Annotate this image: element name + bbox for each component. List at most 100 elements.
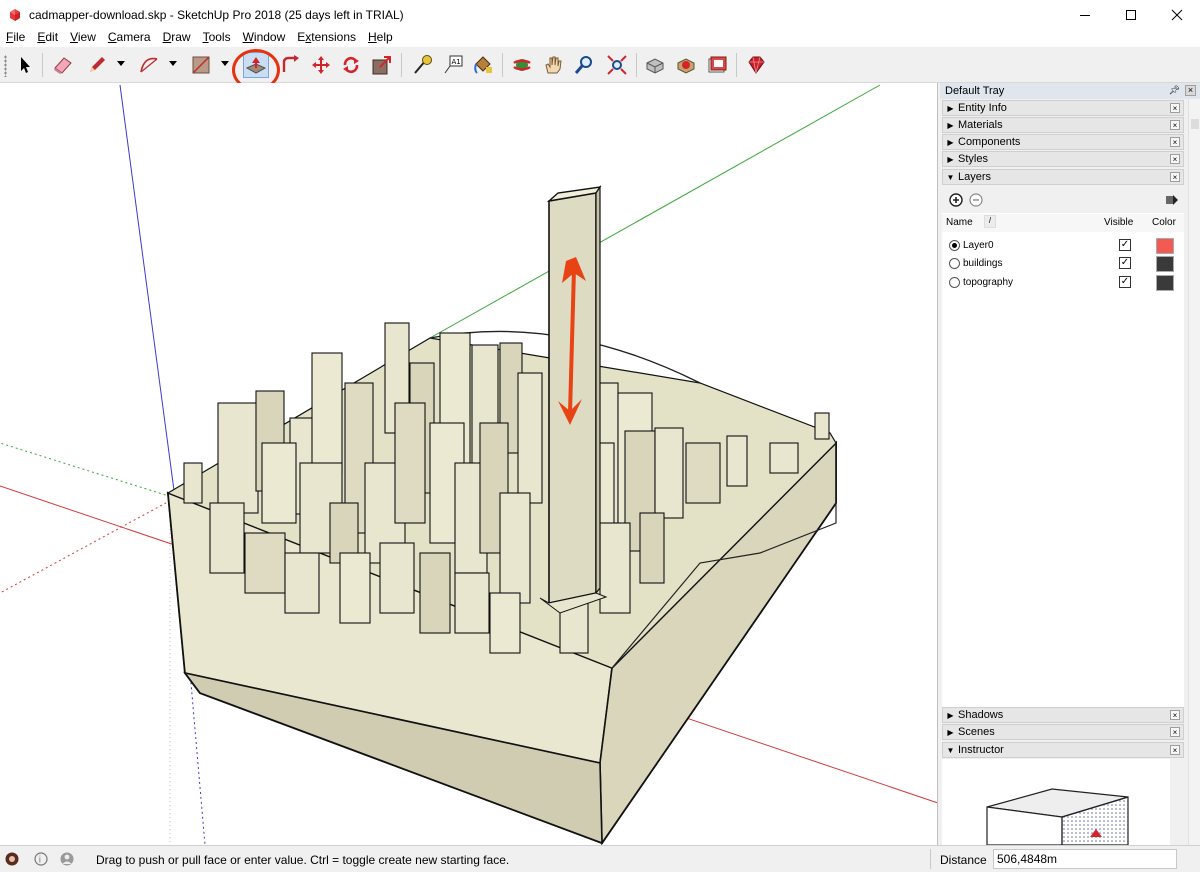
- layer-details-icon[interactable]: [1165, 193, 1179, 207]
- visible-checkbox[interactable]: ✓: [1119, 257, 1131, 269]
- menu-help[interactable]: Help: [362, 29, 399, 47]
- visible-column-header[interactable]: Visible: [1104, 217, 1133, 228]
- toolbar-grip[interactable]: [4, 55, 7, 77]
- arc-tool-icon[interactable]: [136, 52, 162, 78]
- panel-close-icon[interactable]: ×: [1170, 137, 1180, 147]
- status-message: Drag to push or pull face or enter value…: [96, 853, 510, 867]
- menu-file[interactable]: File: [0, 29, 31, 47]
- menu-view[interactable]: View: [64, 29, 102, 47]
- active-layer-radio[interactable]: [949, 240, 960, 251]
- toolbar-separator: [736, 53, 737, 77]
- tape-measure-tool-icon[interactable]: [409, 52, 435, 78]
- collapsed-triangle-icon: ▶: [947, 154, 954, 164]
- panel-layers[interactable]: ▼ Layers ×: [942, 169, 1184, 185]
- layer-row[interactable]: buildings ✓: [942, 255, 1184, 273]
- 3d-warehouse-icon[interactable]: [642, 52, 668, 78]
- tray-title: Default Tray: [945, 85, 1005, 97]
- rectangle-tool-icon[interactable]: [188, 52, 214, 78]
- window-controls: [1062, 0, 1200, 29]
- minimize-icon[interactable]: [1062, 0, 1108, 29]
- delete-layer-icon[interactable]: [969, 193, 983, 207]
- move-tool-icon[interactable]: [308, 52, 334, 78]
- panel-close-icon[interactable]: ×: [1170, 103, 1180, 113]
- menu-camera[interactable]: Camera: [102, 29, 157, 47]
- rotate-tool-icon[interactable]: [338, 52, 364, 78]
- name-column-header[interactable]: Name: [946, 217, 973, 228]
- red-axis-negative: [0, 497, 176, 594]
- panel-close-icon[interactable]: ×: [1170, 154, 1180, 164]
- layout-icon[interactable]: [704, 52, 730, 78]
- scrollbar-thumb[interactable]: [1191, 119, 1199, 129]
- menu-extensions[interactable]: Extensions: [291, 29, 362, 47]
- panel-close-icon[interactable]: ×: [1170, 710, 1180, 720]
- pin-icon[interactable]: 📌︎: [1169, 85, 1180, 96]
- window-title: cadmapper-download.skp - SketchUp Pro 20…: [29, 7, 404, 22]
- collapsed-triangle-icon: ▶: [947, 710, 954, 720]
- menu-draw[interactable]: Draw: [157, 29, 197, 47]
- pencil-tool-icon[interactable]: [84, 52, 110, 78]
- paint-bucket-tool-icon[interactable]: [470, 52, 496, 78]
- city-model-scene[interactable]: [0, 83, 938, 845]
- visible-checkbox[interactable]: ✓: [1119, 239, 1131, 251]
- select-tool-icon[interactable]: [12, 52, 38, 78]
- toolbar-separator: [636, 53, 637, 77]
- zoom-extents-tool-icon[interactable]: [604, 52, 630, 78]
- panel-close-icon[interactable]: ×: [1170, 727, 1180, 737]
- color-column-header[interactable]: Color: [1152, 217, 1176, 228]
- shape-dropdown-icon[interactable]: [220, 59, 230, 69]
- active-layer-radio[interactable]: [949, 258, 960, 269]
- sort-icon[interactable]: /: [984, 215, 996, 228]
- tray-close-icon[interactable]: ×: [1185, 85, 1196, 96]
- eraser-tool-icon[interactable]: [50, 52, 76, 78]
- menu-tools[interactable]: Tools: [197, 29, 237, 47]
- close-icon[interactable]: [1154, 0, 1200, 29]
- default-tray: Default Tray 📌︎ × ▶ Entity Info × ▶ Mate…: [940, 83, 1200, 845]
- arc-dropdown-icon[interactable]: [168, 59, 178, 69]
- layer-row[interactable]: Layer0 ✓: [942, 237, 1184, 255]
- layer-color-swatch[interactable]: [1156, 275, 1174, 291]
- panel-instructor[interactable]: ▼ Instructor ×: [942, 742, 1184, 758]
- toolbar-separator: [502, 53, 503, 77]
- scale-tool-icon[interactable]: [369, 52, 395, 78]
- user-account-icon[interactable]: [60, 852, 74, 866]
- panel-styles[interactable]: ▶ Styles ×: [942, 151, 1184, 167]
- offset-tool-icon[interactable]: [278, 52, 304, 78]
- model-viewport[interactable]: [0, 83, 938, 845]
- maximize-icon[interactable]: [1108, 0, 1154, 29]
- panel-scenes[interactable]: ▶ Scenes ×: [942, 724, 1184, 740]
- active-layer-radio[interactable]: [949, 277, 960, 288]
- green-axis-negative: [0, 442, 176, 499]
- add-layer-icon[interactable]: [949, 193, 963, 207]
- credits-icon[interactable]: i: [34, 852, 48, 866]
- orbit-tool-icon[interactable]: [509, 52, 535, 78]
- ruby-console-icon[interactable]: [743, 52, 769, 78]
- panel-entity-info[interactable]: ▶ Entity Info ×: [942, 100, 1184, 116]
- panel-close-icon[interactable]: ×: [1170, 172, 1180, 182]
- layers-panel-body: Name / Visible Color Layer0 ✓ buildings …: [942, 188, 1184, 708]
- pencil-dropdown-icon[interactable]: [116, 59, 126, 69]
- toolbar-separator: [401, 53, 402, 77]
- svg-text:A1: A1: [452, 58, 461, 66]
- menu-edit[interactable]: Edit: [31, 29, 64, 47]
- measurement-input[interactable]: 506,4848m: [993, 849, 1177, 869]
- geo-location-icon[interactable]: [5, 852, 19, 866]
- panel-shadows[interactable]: ▶ Shadows ×: [942, 707, 1184, 723]
- push-pull-tool-icon[interactable]: [243, 52, 269, 78]
- pan-tool-icon[interactable]: [540, 52, 566, 78]
- layer-color-swatch[interactable]: [1156, 238, 1174, 254]
- measurement-label: Distance: [940, 853, 987, 867]
- visible-checkbox[interactable]: ✓: [1119, 276, 1131, 288]
- tray-scrollbar[interactable]: [1188, 99, 1200, 845]
- zoom-tool-icon[interactable]: [571, 52, 597, 78]
- panel-components[interactable]: ▶ Components ×: [942, 134, 1184, 150]
- layer-row[interactable]: topography ✓: [942, 274, 1184, 292]
- text-tool-icon[interactable]: A1: [440, 52, 466, 78]
- blue-axis: [119, 84, 176, 499]
- menu-window[interactable]: Window: [237, 29, 292, 47]
- panel-close-icon[interactable]: ×: [1170, 745, 1180, 755]
- layer-color-swatch[interactable]: [1156, 256, 1174, 272]
- collapsed-triangle-icon: ▶: [947, 727, 954, 737]
- panel-close-icon[interactable]: ×: [1170, 120, 1180, 130]
- extension-warehouse-icon[interactable]: [673, 52, 699, 78]
- panel-materials[interactable]: ▶ Materials ×: [942, 117, 1184, 133]
